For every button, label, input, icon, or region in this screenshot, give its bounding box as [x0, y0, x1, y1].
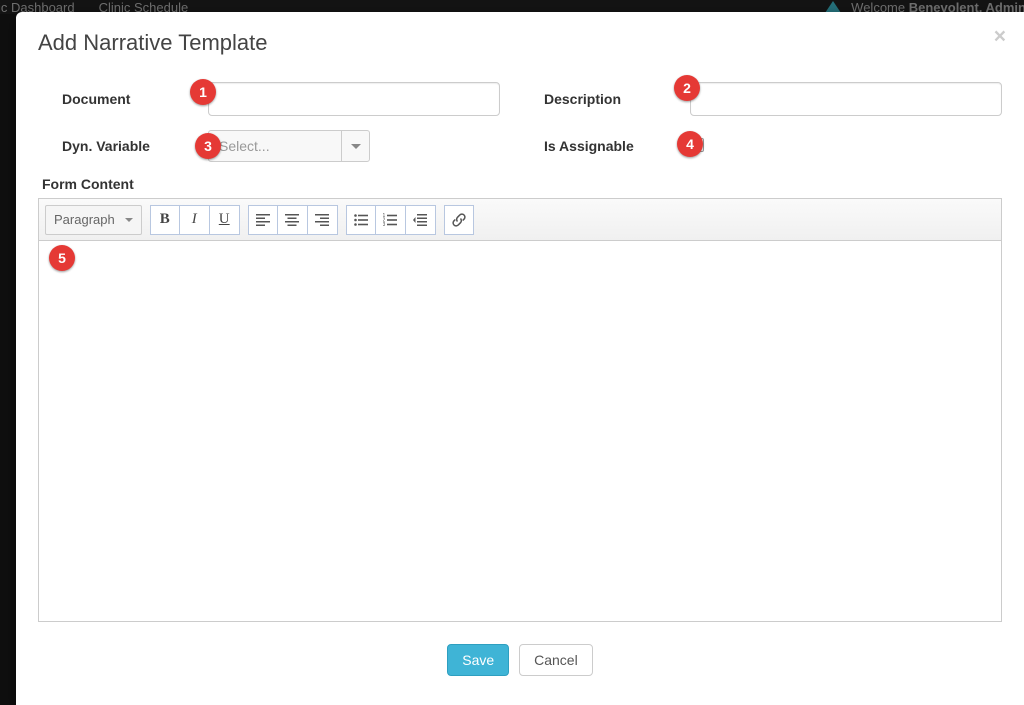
add-narrative-template-modal: × Add Narrative Template 1 2 3 4 5 Docum… [16, 12, 1024, 705]
align-left-button[interactable] [248, 205, 278, 235]
close-button[interactable]: × [994, 26, 1006, 47]
annotation-marker-1: 1 [190, 79, 216, 105]
annotation-marker-2: 2 [674, 75, 700, 101]
ordered-list-button[interactable]: 123 [376, 205, 406, 235]
cancel-button[interactable]: Cancel [519, 644, 593, 676]
document-label: Document [38, 91, 208, 107]
rich-text-editor: Paragraph B I U [38, 198, 1002, 622]
editor-toolbar: Paragraph B I U [39, 199, 1001, 241]
chevron-down-icon [341, 131, 369, 161]
bullet-list-icon [354, 213, 368, 227]
modal-title: Add Narrative Template [38, 30, 1002, 56]
description-input[interactable] [690, 82, 1002, 116]
is-assignable-label: Is Assignable [520, 138, 690, 154]
form-content-label: Form Content [42, 176, 1002, 192]
bold-button[interactable]: B [150, 205, 180, 235]
format-select[interactable]: Paragraph [45, 205, 142, 235]
align-left-icon [256, 213, 270, 227]
link-icon [452, 213, 466, 227]
annotation-marker-5: 5 [49, 245, 75, 271]
outdent-icon [413, 213, 427, 227]
save-button[interactable]: Save [447, 644, 509, 676]
document-input[interactable] [208, 82, 500, 116]
dyn-variable-label: Dyn. Variable [38, 138, 208, 154]
align-center-button[interactable] [278, 205, 308, 235]
underline-button[interactable]: U [210, 205, 240, 235]
chevron-down-icon [125, 218, 133, 222]
dyn-variable-placeholder: Select... [209, 138, 341, 154]
annotation-marker-3: 3 [195, 133, 221, 159]
format-select-label: Paragraph [54, 212, 115, 227]
editor-content-area[interactable] [39, 241, 1001, 621]
svg-text:3: 3 [383, 222, 386, 227]
outdent-button[interactable] [406, 205, 436, 235]
italic-button[interactable]: I [180, 205, 210, 235]
dyn-variable-select[interactable]: Select... [208, 130, 370, 162]
align-right-icon [315, 213, 329, 227]
numbered-list-icon: 123 [383, 213, 397, 227]
align-center-icon [285, 213, 299, 227]
link-button[interactable] [444, 205, 474, 235]
align-right-button[interactable] [308, 205, 338, 235]
description-label: Description [520, 91, 690, 107]
modal-actions: Save Cancel [38, 644, 1002, 676]
unordered-list-button[interactable] [346, 205, 376, 235]
annotation-marker-4: 4 [677, 131, 703, 157]
